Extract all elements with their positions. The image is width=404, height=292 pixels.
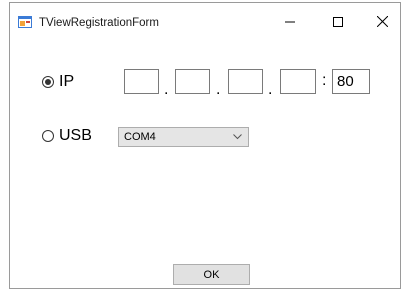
ip-dot-separator: . (164, 81, 169, 98)
ip-dot-separator: . (268, 81, 273, 98)
form-app-icon (18, 16, 32, 28)
ip-octet-4-input[interactable] (280, 69, 316, 94)
window-title: TViewRegistrationForm (39, 17, 159, 29)
maximize-icon (333, 16, 343, 27)
usb-label[interactable]: USB (59, 127, 92, 145)
ip-octet-1-input[interactable] (124, 69, 159, 94)
ip-radio[interactable] (42, 76, 54, 88)
ok-button[interactable]: OK (173, 264, 250, 285)
port-input[interactable]: 80 (332, 69, 370, 94)
chevron-down-icon (233, 134, 242, 140)
maximize-button[interactable] (318, 3, 358, 40)
registration-window: TViewRegistrationForm IP . . . : 80 USB (9, 2, 401, 289)
ip-dot-separator: . (216, 81, 221, 98)
minimize-button[interactable] (270, 3, 310, 40)
ip-octet-2-input[interactable] (175, 69, 210, 94)
title-bar[interactable]: TViewRegistrationForm (10, 3, 400, 40)
minimize-icon (285, 21, 295, 22)
close-icon (376, 16, 388, 27)
ip-octet-3-input[interactable] (228, 69, 263, 94)
close-button[interactable] (362, 3, 402, 40)
com-port-select[interactable]: COM4 (118, 127, 249, 147)
ip-label[interactable]: IP (59, 73, 74, 91)
usb-radio[interactable] (42, 130, 54, 142)
port-separator: : (322, 72, 327, 89)
com-port-value: COM4 (124, 131, 156, 143)
